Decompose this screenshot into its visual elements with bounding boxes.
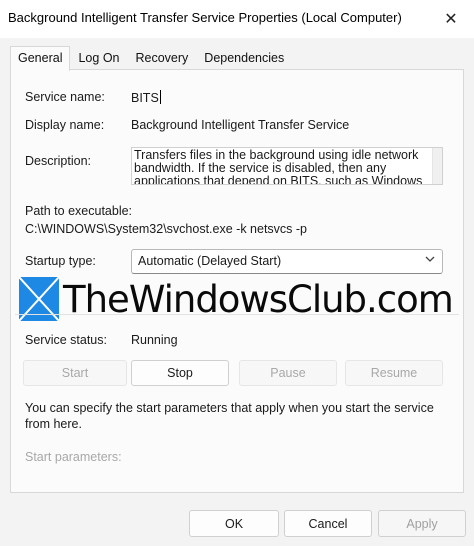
start-params-info: You can specify the start parameters tha… bbox=[25, 401, 434, 431]
tab-general[interactable]: General bbox=[10, 46, 71, 71]
service-status-label: Service status: bbox=[25, 333, 107, 347]
description-box[interactable]: Transfers files in the background using … bbox=[131, 147, 443, 185]
service-name-value: BITS bbox=[131, 91, 159, 105]
description-value: Transfers files in the background using … bbox=[134, 148, 423, 185]
stop-button[interactable]: Stop bbox=[131, 360, 229, 386]
description-label: Description: bbox=[25, 154, 91, 168]
close-button[interactable]: ✕ bbox=[428, 0, 474, 38]
resume-button[interactable]: Resume bbox=[345, 360, 443, 386]
tab-strip: General Log On Recovery Dependencies bbox=[10, 46, 292, 71]
watermark: TheWindowsClub.com bbox=[11, 274, 465, 324]
tab-recovery[interactable]: Recovery bbox=[128, 46, 197, 70]
close-icon: ✕ bbox=[444, 11, 458, 28]
apply-button[interactable]: Apply bbox=[378, 510, 466, 537]
text-caret bbox=[159, 90, 161, 104]
tab-log-on[interactable]: Log On bbox=[70, 46, 127, 70]
tab-dependencies[interactable]: Dependencies bbox=[196, 46, 292, 70]
pause-button[interactable]: Pause bbox=[239, 360, 337, 386]
service-status-value: Running bbox=[131, 333, 178, 347]
display-name-label: Display name: bbox=[25, 118, 105, 132]
description-scrollbar[interactable] bbox=[432, 148, 442, 184]
ok-button[interactable]: OK bbox=[189, 510, 279, 537]
startup-type-label: Startup type: bbox=[25, 254, 96, 268]
display-name-value[interactable]: Background Intelligent Transfer Service bbox=[131, 118, 349, 132]
title-bar: Background Intelligent Transfer Service … bbox=[0, 0, 474, 38]
window-title: Background Intelligent Transfer Service … bbox=[8, 10, 402, 25]
service-name-label: Service name: bbox=[25, 90, 105, 104]
divider bbox=[15, 314, 459, 315]
startup-type-value: Automatic (Delayed Start) bbox=[138, 254, 282, 268]
path-label: Path to executable: bbox=[25, 204, 133, 218]
general-panel: Service name: BITS Display name: Backgro… bbox=[10, 69, 464, 493]
startup-type-select[interactable]: Automatic (Delayed Start) bbox=[131, 249, 443, 274]
chevron-down-icon bbox=[424, 253, 436, 268]
service-name-field[interactable]: BITS bbox=[131, 90, 161, 105]
start-button[interactable]: Start bbox=[23, 360, 127, 386]
cancel-button[interactable]: Cancel bbox=[284, 510, 372, 537]
path-value[interactable]: C:\WINDOWS\System32\svchost.exe -k netsv… bbox=[25, 222, 307, 236]
start-params-label: Start parameters: bbox=[25, 450, 122, 464]
